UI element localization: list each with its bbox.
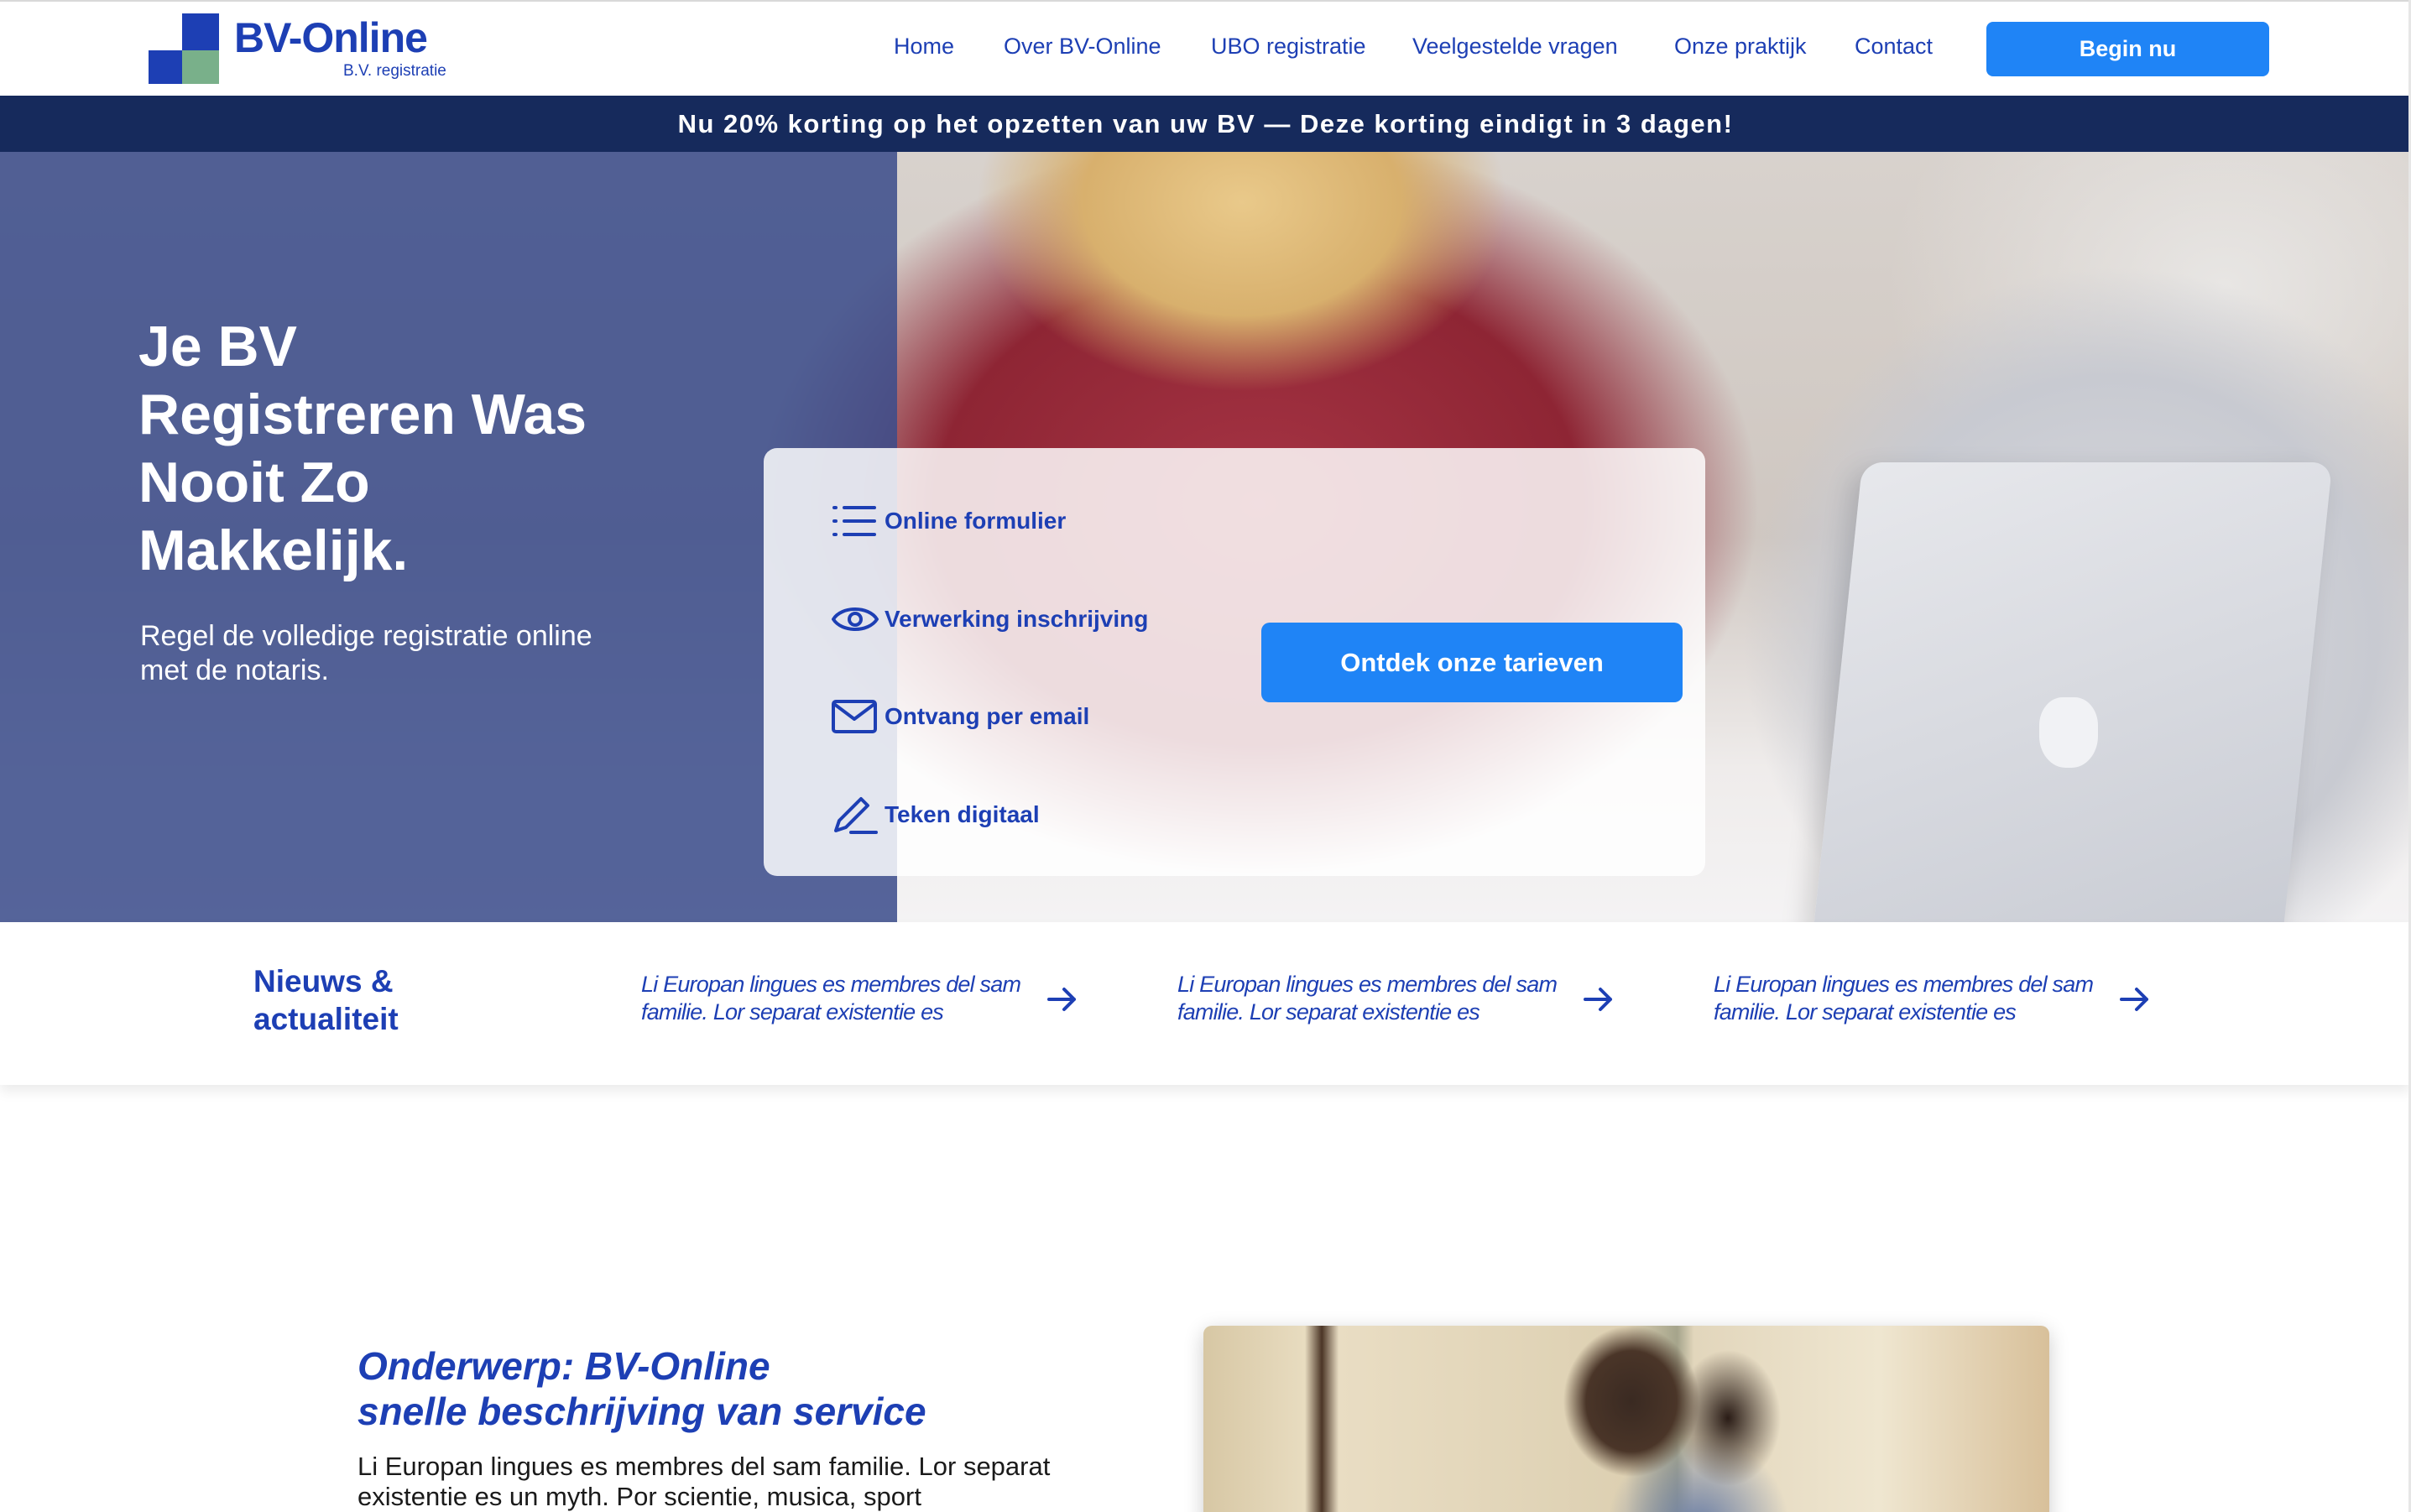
list-icon: [831, 498, 881, 545]
news-item-text: Li Europan lingues es membres del sam fa…: [1714, 972, 2094, 1025]
feature-label: Teken digitaal: [885, 801, 1040, 827]
promo-banner: Nu 20% korting op het opzetten van uw BV…: [0, 96, 2411, 152]
feature-verwerking-inschrijving: Verwerking inschrijving: [831, 596, 1148, 643]
nav-item-veelgestelde-vragen[interactable]: Veelgestelde vragen: [1412, 34, 1618, 60]
news-item-text: Li Europan lingues es membres del sam fa…: [1177, 972, 1558, 1025]
mail-icon: [831, 693, 881, 740]
pen-icon: [831, 791, 881, 838]
feature-online-formulier: Online formulier: [831, 498, 1066, 545]
news-item[interactable]: Li Europan lingues es membres del sam fa…: [1177, 971, 1647, 1030]
logo-mark-icon: [149, 13, 219, 84]
eye-icon: [831, 596, 881, 643]
couple-photo: [1203, 1326, 2049, 1512]
news-title: Nieuws & actualiteit: [253, 964, 399, 1036]
nav-item-ubo-registratie[interactable]: UBO registratie: [1211, 34, 1366, 60]
hero-subtitle: Regel de volledige registratie online me…: [140, 620, 592, 686]
nav-item-onze-praktijk[interactable]: Onze praktijk: [1674, 34, 1807, 60]
hero-title: Je BV Registreren Was Nooit Zo Makkelijk…: [138, 315, 587, 582]
feature-label: Ontvang per email: [885, 703, 1090, 729]
nav-item-contact[interactable]: Contact: [1855, 34, 1933, 60]
arrow-right-icon[interactable]: [1582, 983, 1615, 1016]
features-card: Online formulier Verwerking inschrijving…: [764, 448, 1705, 876]
brand-tagline: B.V. registratie: [343, 62, 446, 80]
nav-item-home[interactable]: Home: [894, 34, 954, 60]
section-heading: Onderwerp: BV-Online snelle beschrijving…: [357, 1343, 926, 1434]
feature-teken-digitaal: Teken digitaal: [831, 791, 1040, 838]
arrow-right-icon[interactable]: [2118, 983, 2152, 1016]
section-body: Li Europan lingues es membres del sam fa…: [357, 1452, 1051, 1511]
ontdek-tarieven-button[interactable]: Ontdek onze tarieven: [1261, 623, 1683, 702]
laptop-image: [1813, 462, 2333, 922]
feature-label: Verwerking inschrijving: [885, 606, 1149, 632]
news-item[interactable]: Li Europan lingues es membres del sam fa…: [1714, 971, 2184, 1030]
site-header: BV-Online B.V. registratie Home Over BV-…: [0, 0, 2411, 96]
nav-item-over-bv-online[interactable]: Over BV-Online: [1004, 34, 1161, 60]
news-item-text: Li Europan lingues es membres del sam fa…: [641, 972, 1021, 1025]
brand-logo[interactable]: BV-Online B.V. registratie: [149, 13, 484, 86]
section-heading-line1: Onderwerp: BV-Online: [357, 1344, 770, 1388]
feature-label: Online formulier: [885, 508, 1067, 534]
apple-logo-icon: [2039, 697, 2098, 768]
hero-section: Je BV Registreren Was Nooit Zo Makkelijk…: [0, 152, 2411, 922]
arrow-right-icon[interactable]: [1046, 983, 1079, 1016]
begin-nu-button[interactable]: Begin nu: [1986, 22, 2269, 76]
news-strip: Nieuws & actualiteit Li Europan lingues …: [0, 922, 2411, 1085]
feature-ontvang-per-email: Ontvang per email: [831, 693, 1089, 740]
brand-name: BV-Online: [234, 14, 428, 61]
news-item[interactable]: Li Europan lingues es membres del sam fa…: [641, 971, 1111, 1030]
section-heading-line2: snelle beschrijving van service: [357, 1389, 926, 1433]
